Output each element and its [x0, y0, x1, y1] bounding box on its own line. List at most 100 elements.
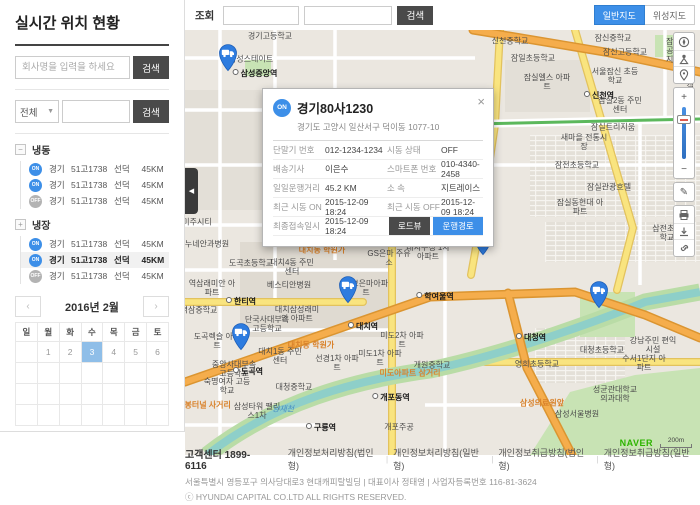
roadview-button[interactable]: 로드뷰 — [389, 217, 430, 235]
status-badge: ON — [273, 99, 291, 117]
topbar-search-button[interactable]: 검색 — [397, 6, 433, 25]
tree-expander-icon[interactable]: − — [15, 144, 26, 155]
popup-label: 시동 상태 — [387, 144, 441, 156]
topbar-input-1[interactable] — [223, 6, 299, 25]
roadview-icon[interactable] — [674, 50, 694, 66]
calendar: ‹ 2016년 2월 › 일월화수목금토123456 — [15, 296, 169, 426]
filter-select-value: 전체 — [20, 105, 37, 119]
calendar-day[interactable]: 6 — [147, 342, 169, 363]
print-icon[interactable] — [674, 207, 694, 223]
download-icon[interactable] — [674, 223, 694, 239]
calendar-day[interactable]: 4 — [103, 342, 125, 363]
vehicle-plate-title: 경기80사1230 — [297, 98, 373, 117]
measure-pencil-icon[interactable]: ✎ — [674, 184, 694, 200]
popup-value: 2015-12-09 18:24 — [325, 216, 387, 236]
calendar-day[interactable] — [125, 405, 147, 426]
vehicle-row[interactable]: ON경기51고1738선덕45KM — [21, 177, 169, 193]
calendar-day[interactable] — [37, 405, 59, 426]
vehicle-col: 선덕 — [114, 270, 141, 282]
calendar-day[interactable] — [16, 363, 38, 384]
vehicle-row[interactable]: ON경기51고1738선덕45KM — [21, 161, 169, 177]
calendar-day[interactable]: 2 — [59, 342, 81, 363]
zoom-slider-handle[interactable] — [677, 115, 691, 124]
calendar-day[interactable] — [125, 384, 147, 405]
company-search-input[interactable] — [15, 56, 130, 79]
location-pin-icon[interactable] — [674, 66, 694, 82]
calendar-day[interactable]: 5 — [125, 342, 147, 363]
calendar-day[interactable] — [16, 342, 38, 363]
vehicle-marker-icon[interactable] — [229, 321, 253, 351]
vehicle-col: 51고1738 — [71, 163, 114, 175]
close-icon[interactable]: × — [477, 94, 485, 109]
calendar-day[interactable] — [103, 384, 125, 405]
calendar-day[interactable] — [59, 405, 81, 426]
zoom-in-button[interactable]: + — [674, 89, 694, 105]
map-canvas[interactable]: 경기고등학교삼성스테이트삼성중앙역신천중학교잠신중학교잠신고등학교잠일초등학교잠… — [185, 30, 700, 455]
calendar-day[interactable] — [147, 405, 169, 426]
footer-link[interactable]: 개인정보취급방침(일반형) — [604, 446, 697, 472]
vehicle-row[interactable]: OFF경기51고1738선덕45KM — [21, 193, 169, 209]
vehicle-col: 51고1738 — [71, 195, 114, 207]
vehicle-row[interactable]: ON경기51고1738선덕45KM — [21, 252, 169, 268]
footer-separator: | — [386, 455, 388, 464]
footer-link[interactable]: 개인정보취급방침(법인형) — [498, 446, 591, 472]
popup-buttons: 로드뷰운행경로 — [389, 217, 483, 235]
footer-link[interactable]: 개인정보처리방침(법인형) — [288, 446, 381, 472]
calendar-day[interactable]: 3 — [81, 342, 103, 363]
vehicle-col: 45KM — [142, 255, 169, 265]
calendar-day[interactable] — [103, 405, 125, 426]
calendar-next-button[interactable]: › — [143, 296, 169, 317]
company-search-button[interactable]: 검색 — [133, 56, 169, 79]
vehicle-col: 경기 — [49, 270, 71, 282]
vehicle-col: 51고1738 — [71, 179, 114, 191]
footer-link[interactable]: 개인정보처리방침(일반형) — [393, 446, 486, 472]
filter-search-row: 전체 ▼ 검색 — [15, 100, 169, 123]
vehicle-row[interactable]: OFF경기51고1738선덕45KM — [21, 268, 169, 284]
sidebar-collapse-button[interactable]: ◀ — [185, 168, 198, 214]
vehicle-col: 선덕 — [114, 163, 141, 175]
popup-value: 010-4340-2458 — [441, 159, 483, 179]
calendar-weekday: 금 — [125, 323, 147, 342]
popup-label: 최근 시동 OFF — [387, 201, 441, 213]
popup-label: 소 속 — [387, 182, 441, 194]
calendar-day[interactable] — [59, 384, 81, 405]
calendar-day[interactable] — [81, 405, 103, 426]
compass-icon[interactable] — [674, 34, 694, 50]
vehicle-marker-icon[interactable] — [587, 279, 611, 309]
popup-label: 최종접속일시 — [273, 220, 325, 232]
tree-expander-icon[interactable]: + — [15, 219, 26, 230]
map-type-satellite-button[interactable]: 위성지도 — [645, 5, 695, 25]
popup-row: 단말기 번호012-1234-1234시동 상태OFF — [273, 141, 483, 160]
zoom-out-button[interactable]: − — [674, 161, 694, 177]
customer-center: 고객센터 1899-6116 — [185, 446, 269, 472]
calendar-day[interactable] — [37, 363, 59, 384]
calendar-prev-button[interactable]: ‹ — [15, 296, 41, 317]
map-type-normal-button[interactable]: 일반지도 — [594, 5, 645, 25]
vehicle-marker-icon[interactable] — [336, 274, 360, 304]
footer-links: 개인정보처리방침(법인형)|개인정보처리방침(일반형)|개인정보취급방침(법인형… — [288, 446, 697, 472]
calendar-day[interactable] — [81, 384, 103, 405]
link-icon[interactable] — [674, 239, 694, 255]
calendar-day[interactable] — [16, 384, 38, 405]
route-button[interactable]: 운행경로 — [433, 217, 482, 235]
calendar-day[interactable] — [37, 384, 59, 405]
filter-input[interactable] — [62, 100, 130, 123]
calendar-weekday: 수 — [81, 323, 103, 342]
calendar-day[interactable] — [103, 363, 125, 384]
vehicle-marker-icon[interactable] — [216, 42, 240, 72]
filter-search-button[interactable]: 검색 — [133, 100, 169, 123]
calendar-day[interactable] — [147, 363, 169, 384]
calendar-day[interactable] — [125, 363, 147, 384]
calendar-day[interactable] — [81, 363, 103, 384]
zoom-slider[interactable] — [682, 107, 686, 159]
calendar-title: 2016년 2월 — [41, 296, 143, 317]
calendar-day[interactable] — [59, 363, 81, 384]
calendar-day[interactable] — [16, 405, 38, 426]
popup-row: 배송기사이은수스마트폰 번호010-4340-2458 — [273, 160, 483, 179]
vehicle-row[interactable]: ON경기51고1738선덕45KM — [21, 236, 169, 252]
calendar-day[interactable] — [147, 384, 169, 405]
calendar-day[interactable]: 1 — [37, 342, 59, 363]
tree-group-label: 냉장 — [32, 217, 50, 232]
filter-select[interactable]: 전체 ▼ — [15, 100, 59, 123]
topbar-input-2[interactable] — [304, 6, 392, 25]
